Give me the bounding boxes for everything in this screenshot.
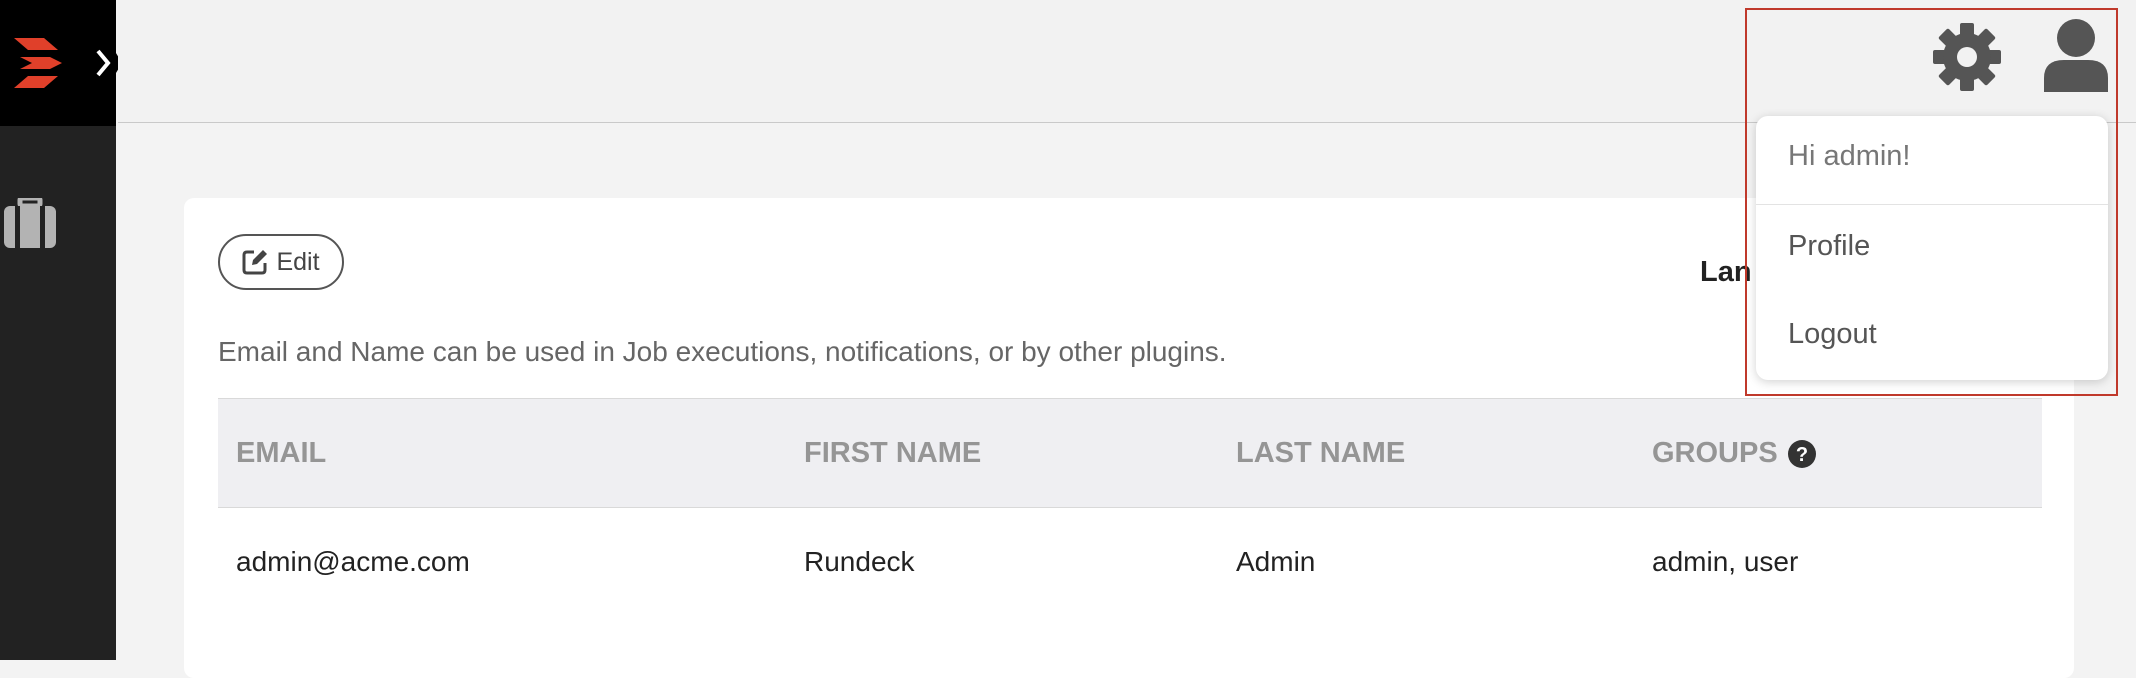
table-header: EMAIL FIRST NAME LAST NAME GROUPS ? xyxy=(218,398,2042,508)
profile-description: Email and Name can be used in Job execut… xyxy=(218,336,1227,367)
column-header-groups: GROUPS ? xyxy=(1652,437,1816,470)
language-heading: Lan xyxy=(1700,256,1752,288)
cell-email: admin@acme.com xyxy=(236,546,470,577)
cell-last-name: Admin xyxy=(1236,546,1316,577)
column-header-last-name: LAST NAME xyxy=(1236,437,1406,469)
chevron-right-icon[interactable] xyxy=(84,0,122,126)
highlight-box xyxy=(1745,8,2118,396)
column-header-first-name: FIRST NAME xyxy=(804,437,982,469)
svg-text:?: ? xyxy=(1796,444,1808,466)
edit-button[interactable]: Edit xyxy=(218,234,344,290)
edit-icon xyxy=(242,250,268,275)
rundeck-logo-icon xyxy=(14,38,62,88)
help-icon[interactable]: ? xyxy=(1787,439,1816,468)
column-header-email: EMAIL xyxy=(236,437,327,469)
table-row: admin@acme.com Rundeck Admin admin, user xyxy=(218,508,2042,618)
cell-first-name: Rundeck xyxy=(804,546,915,577)
briefcase-icon[interactable] xyxy=(0,198,60,248)
user-table: EMAIL FIRST NAME LAST NAME GROUPS ? admi… xyxy=(218,398,2042,618)
edit-label: Edit xyxy=(276,247,320,276)
cell-groups: admin, user xyxy=(1652,546,1799,577)
